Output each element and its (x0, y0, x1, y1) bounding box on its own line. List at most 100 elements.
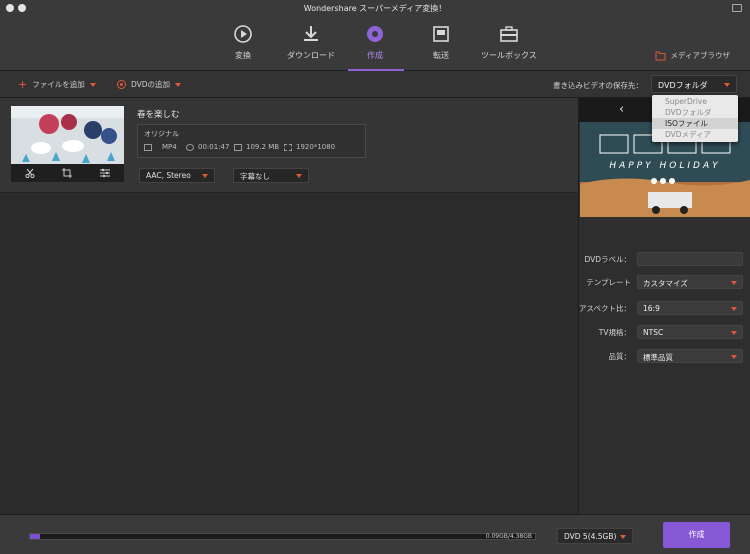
disc-type-select[interactable]: DVD 5(4.5GB) (557, 528, 633, 544)
save-target-value: DVDフォルダ (658, 81, 708, 90)
aspect-row: アスペクト比： 16:9 (579, 301, 750, 315)
dvd-icon (117, 80, 126, 89)
save-target-select[interactable]: DVDフォルダ (651, 75, 737, 93)
chevron-down-icon (731, 331, 737, 335)
disc-usage-fill (30, 534, 41, 539)
tab-transfer-label: 転送 (433, 51, 449, 60)
audio-track-value: AAC, Stereo (146, 171, 191, 180)
toolbox-icon (500, 26, 518, 42)
top-nav: 変換 ダウンロード 作成 転送 ツールボックス メディアブラウザ (0, 16, 750, 71)
quality-row: 品質： 標準品質 (579, 349, 750, 363)
crop-icon[interactable] (62, 168, 73, 178)
video-thumbnail[interactable] (11, 106, 124, 164)
subtitle-value: 字幕なし (240, 172, 270, 181)
chevron-down-icon (620, 535, 626, 539)
save-target-label: 書き込みビデオの保存先： (553, 81, 643, 90)
dropdown-option-dvd-media[interactable]: DVDメディア (652, 129, 738, 140)
tab-convert[interactable]: 変換 (233, 24, 253, 61)
duration-info: 00:01:47 (186, 143, 229, 151)
dvd-label-input[interactable] (637, 252, 743, 266)
disc-type-value: DVD 5(4.5GB) (564, 532, 617, 541)
chevron-down-icon (731, 355, 737, 359)
subtitle-select[interactable]: 字幕なし (233, 168, 309, 183)
original-label: オリジナル (144, 130, 179, 138)
message-icon[interactable] (732, 4, 742, 12)
folder-icon (234, 143, 242, 151)
disc-icon (367, 26, 383, 42)
tab-toolbox[interactable]: ツールボックス (481, 24, 537, 61)
tab-create[interactable]: 作成 (365, 24, 385, 61)
template-select[interactable]: カスタマイズ (637, 275, 743, 289)
file-title: 春を楽しむ (137, 110, 180, 120)
transfer-icon (433, 26, 449, 42)
disc-usage-text: 0.09GB/4.38GB (485, 533, 532, 540)
disc-usage-bar: 0.09GB/4.38GB (29, 533, 536, 540)
add-dvd-button[interactable]: DVDの追加 (117, 79, 182, 90)
toolbar: + ファイルを追加 DVDの追加 書き込みビデオの保存先： DVDフォルダ (0, 71, 750, 98)
aspect-value: 16:9 (643, 304, 660, 313)
chevron-left-icon[interactable]: ‹ (619, 102, 624, 117)
create-button[interactable]: 作成 (663, 522, 730, 548)
media-browser-label: メディアブラウザ (670, 51, 730, 60)
tab-convert-label: 変換 (235, 51, 251, 60)
tab-toolbox-label: ツールボックス (481, 51, 537, 60)
template-value: カスタマイズ (643, 279, 688, 288)
add-file-button[interactable]: + ファイルを追加 (18, 79, 96, 90)
chevron-down-icon (202, 174, 208, 178)
media-browser-button[interactable]: メディアブラウザ (655, 50, 730, 61)
dvd-label-label: DVDラベル： (584, 255, 631, 264)
folder-icon (655, 51, 666, 60)
tv-standard-row: TV規格： NTSC (579, 325, 750, 339)
dropdown-option-dvd-folder[interactable]: DVDフォルダ (652, 107, 738, 118)
window-title: Wondershare スーパーメディア変換！ (303, 4, 447, 13)
thumbnail-toolbar (11, 164, 124, 182)
dropdown-option-iso-file[interactable]: ISOファイル (652, 118, 738, 129)
chevron-down-icon (296, 174, 302, 178)
chevron-down-icon (724, 83, 730, 87)
download-icon (304, 26, 318, 41)
aspect-select[interactable]: 16:9 (637, 301, 743, 315)
plus-icon: + (18, 77, 28, 91)
duration-value: 00:01:47 (198, 143, 230, 151)
chevron-down-icon (175, 82, 182, 87)
scissors-icon[interactable] (25, 168, 35, 178)
tv-standard-label: TV規格： (598, 328, 631, 337)
dvd-settings-panel: ‹ HAPPY HOLIDAY DVDラベル： テンプレート カスタマイズ アス… (578, 98, 750, 514)
tv-standard-value: NTSC (643, 328, 664, 337)
resolution-info: 1920*1080 (284, 143, 335, 151)
clock-icon (186, 143, 194, 151)
dropdown-option-superdrive[interactable]: SuperDrive (652, 96, 738, 107)
chevron-down-icon (89, 82, 96, 87)
tab-download-label: ダウンロード (287, 51, 335, 60)
play-circle-icon (234, 25, 252, 43)
tv-standard-select[interactable]: NTSC (637, 325, 743, 339)
preview-title: HAPPY HOLIDAY (609, 161, 721, 171)
aspect-label: アスペクト比： (579, 304, 631, 313)
effects-icon[interactable] (100, 168, 111, 178)
film-icon (144, 143, 152, 151)
size-value: 109.2 MB (246, 143, 280, 151)
add-dvd-label: DVDの追加 (131, 80, 171, 89)
quality-value: 標準品質 (643, 353, 673, 362)
format-info: MP4 (144, 143, 177, 151)
save-target-dropdown: SuperDrive DVDフォルダ ISOファイル DVDメディア (652, 95, 738, 142)
template-label: テンプレート (586, 278, 631, 287)
title-bar: Wondershare スーパーメディア変換！ (0, 0, 750, 16)
quality-select[interactable]: 標準品質 (637, 349, 743, 363)
dvd-label-row: DVDラベル： (579, 252, 750, 266)
list-item[interactable]: 春を楽しむ オリジナル MP4 00:01:47 109.2 MB 1920*1… (0, 98, 578, 193)
audio-track-select[interactable]: AAC, Stereo (139, 168, 215, 183)
format-value: MP4 (162, 143, 177, 151)
tab-create-label: 作成 (367, 51, 383, 60)
bottom-bar: 0.09GB/4.38GB DVD 5(4.5GB) 作成 (0, 514, 750, 554)
quality-label: 品質： (608, 352, 632, 361)
resolution-value: 1920*1080 (296, 143, 336, 151)
original-info-box: オリジナル MP4 00:01:47 109.2 MB 1920*1080 (137, 124, 366, 158)
chevron-down-icon (731, 307, 737, 311)
add-file-label: ファイルを追加 (32, 80, 85, 89)
size-info: 109.2 MB (234, 143, 279, 151)
resolution-icon (284, 143, 292, 151)
file-list: 春を楽しむ オリジナル MP4 00:01:47 109.2 MB 1920*1… (0, 98, 578, 514)
tab-download[interactable]: ダウンロード (287, 24, 335, 61)
tab-transfer[interactable]: 転送 (431, 24, 451, 61)
